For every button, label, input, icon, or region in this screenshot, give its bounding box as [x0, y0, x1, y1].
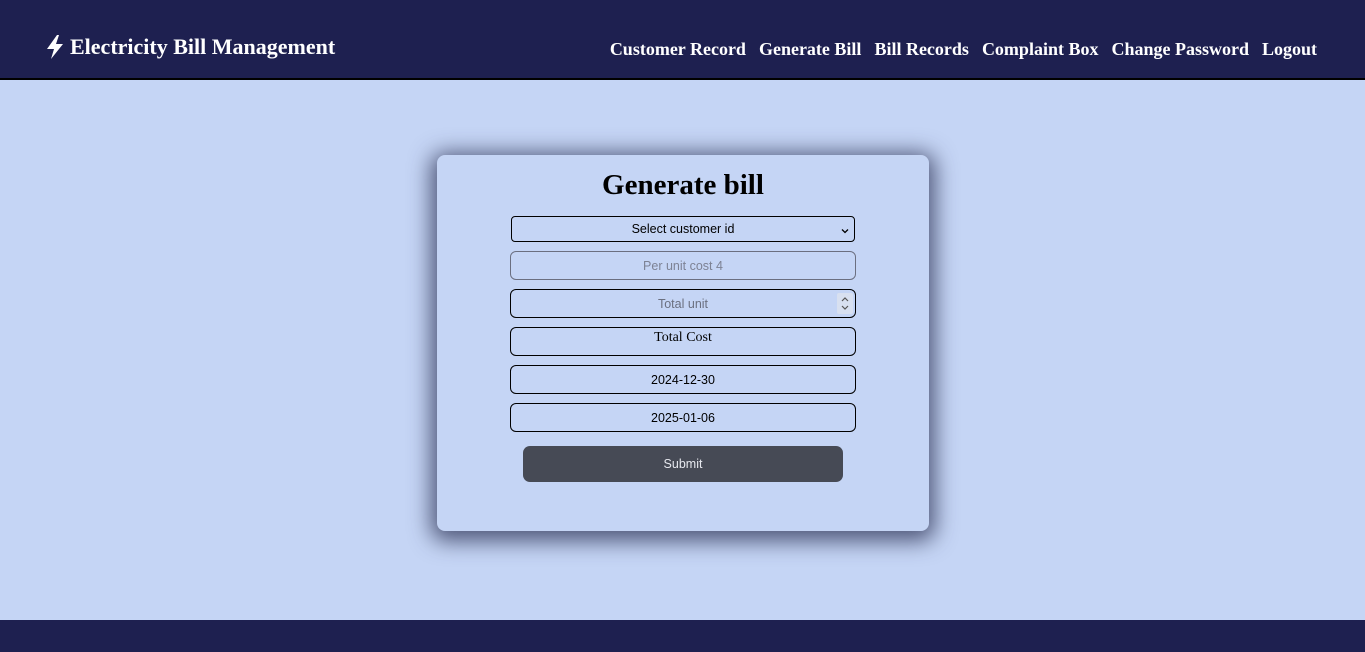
- total-cost-field[interactable]: Total Cost: [510, 327, 856, 356]
- nav-complaint-box[interactable]: Complaint Box: [982, 39, 1099, 60]
- customer-id-select[interactable]: Select customer id: [511, 216, 855, 242]
- nav-customer-record[interactable]: Customer Record: [610, 39, 746, 60]
- generate-bill-card: Generate bill Select customer id Per uni…: [437, 155, 929, 531]
- page-title: Generate bill: [602, 169, 764, 201]
- submit-button[interactable]: Submit: [523, 446, 843, 482]
- number-spinner[interactable]: [837, 293, 853, 314]
- due-date-input[interactable]: 2025-01-06: [510, 403, 856, 432]
- nav-generate-bill[interactable]: Generate Bill: [759, 39, 861, 60]
- spinner-arrows-icon: [841, 297, 849, 310]
- due-date-value: 2025-01-06: [651, 410, 715, 425]
- bill-date-input[interactable]: 2024-12-30: [510, 365, 856, 394]
- top-navbar: Electricity Bill Management Customer Rec…: [0, 0, 1365, 80]
- per-unit-cost-placeholder: Per unit cost 4: [643, 258, 723, 273]
- per-unit-cost-input: Per unit cost 4: [510, 251, 856, 280]
- footer: [0, 620, 1365, 652]
- total-cost-value: Total Cost: [654, 330, 712, 345]
- bill-date-value: 2024-12-30: [651, 372, 715, 387]
- lightning-bolt-icon: [44, 34, 66, 60]
- chevron-down-icon: [841, 224, 849, 234]
- customer-id-select-value: Select customer id: [631, 222, 735, 236]
- total-unit-placeholder: Total unit: [657, 296, 709, 311]
- nav-links: Customer Record Generate Bill Bill Recor…: [610, 39, 1317, 60]
- brand[interactable]: Electricity Bill Management: [44, 34, 335, 60]
- nav-logout[interactable]: Logout: [1262, 39, 1317, 60]
- total-unit-input[interactable]: Total unit: [510, 289, 856, 318]
- brand-title: Electricity Bill Management: [70, 34, 336, 59]
- nav-change-password[interactable]: Change Password: [1111, 39, 1249, 60]
- nav-bill-records[interactable]: Bill Records: [874, 39, 969, 60]
